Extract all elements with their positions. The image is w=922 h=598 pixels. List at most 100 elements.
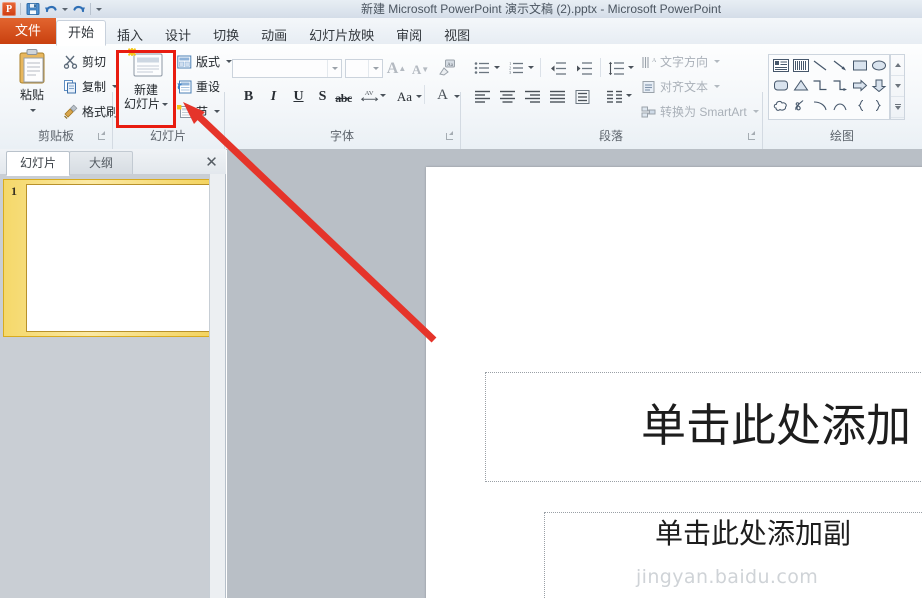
line-shape-icon[interactable] xyxy=(810,56,830,75)
tab-file[interactable]: 文件 xyxy=(0,18,57,44)
columns-button[interactable] xyxy=(604,86,625,107)
subtitle-placeholder[interactable]: 单击此处添加副 xyxy=(544,512,922,598)
font-dialog-launcher[interactable] xyxy=(446,131,455,140)
title-bar: P 新建 Microsoft PowerPoint 演示文稿 (2).pptx … xyxy=(0,0,922,19)
reset-label: 重设 xyxy=(196,80,221,94)
cut-button[interactable]: 剪切 xyxy=(62,52,106,71)
font-size-dropdown-icon[interactable] xyxy=(368,60,382,77)
shapes-scroll-down-button[interactable] xyxy=(891,76,904,97)
text-box-shape-icon[interactable] xyxy=(771,56,791,75)
font-size-combo[interactable] xyxy=(345,59,383,78)
layout-button[interactable]: 版式 xyxy=(176,52,233,71)
font-name-dropdown-icon[interactable] xyxy=(327,60,341,77)
shrink-font-button[interactable]: A ▼ xyxy=(410,59,431,80)
distribute-button[interactable] xyxy=(572,86,593,107)
change-case-dropdown-icon[interactable] xyxy=(416,95,422,98)
format-painter-button[interactable]: 格式刷 xyxy=(62,102,118,121)
layout-icon xyxy=(176,54,192,70)
clear-formatting-button[interactable]: Aa xyxy=(436,57,457,78)
pane-vertical-scrollbar[interactable] xyxy=(209,174,225,598)
curve-shape-icon[interactable] xyxy=(810,96,830,115)
ribbon-group-labels: 剪贴板 幻灯片 字体 段落 绘图 xyxy=(0,126,922,148)
numbering-button[interactable]: 1 2 3 xyxy=(506,58,527,79)
paste-button[interactable]: 粘贴 xyxy=(6,48,58,117)
text-direction-label: 文字方向 xyxy=(660,55,709,69)
title-placeholder-text: 单击此处添加 xyxy=(641,399,912,452)
columns-dropdown-icon[interactable] xyxy=(626,94,632,97)
shapes-gallery[interactable] xyxy=(768,54,890,120)
slide-thumbnail-1[interactable]: 1 xyxy=(3,179,211,337)
section-button[interactable]: 节 xyxy=(176,102,221,121)
align-center-button[interactable] xyxy=(497,86,518,107)
down-arrow-shape-icon[interactable] xyxy=(869,76,889,95)
align-left-button[interactable] xyxy=(472,86,493,107)
strikethrough-button[interactable]: abc xyxy=(333,88,354,109)
align-text-button[interactable]: 对齐文本 xyxy=(640,77,721,96)
right-arrow-shape-icon[interactable] xyxy=(850,76,870,95)
text-direction-button[interactable]: A 文字方向 xyxy=(640,52,721,71)
right-brace-shape-icon[interactable] xyxy=(869,96,889,115)
line-spacing-button[interactable] xyxy=(606,58,627,79)
tab-home[interactable]: 开始 xyxy=(56,20,107,46)
font-color-dropdown-icon[interactable] xyxy=(454,95,460,98)
oval-shape-icon[interactable] xyxy=(869,56,889,75)
shapes-row-2 xyxy=(769,75,889,95)
italic-button[interactable]: I xyxy=(263,86,284,107)
reset-button[interactable]: 重设 xyxy=(176,77,220,96)
numbering-dropdown-icon[interactable] xyxy=(528,66,534,69)
shapes-more-button[interactable] xyxy=(891,97,904,118)
rectangle-shape-icon[interactable] xyxy=(850,56,870,75)
grow-font-button[interactable]: A ▲ xyxy=(386,58,407,79)
arrow-shape-icon[interactable] xyxy=(830,56,850,75)
character-spacing-button[interactable]: AV xyxy=(360,85,386,106)
close-pane-icon[interactable]: ✕ xyxy=(203,153,220,171)
font-name-combo[interactable] xyxy=(232,59,342,78)
align-text-dropdown-icon[interactable] xyxy=(714,85,721,88)
smartart-dropdown-icon[interactable] xyxy=(752,110,759,113)
powerpoint-window: P 新建 Microsoft PowerPoint 演示文稿 (2).pptx … xyxy=(0,0,922,598)
rounded-rectangle-shape-icon[interactable] xyxy=(771,76,791,95)
vertical-text-shape-icon[interactable] xyxy=(791,56,811,75)
bold-button[interactable]: B xyxy=(238,86,259,107)
tab-outline-pane[interactable]: 大纲 xyxy=(69,151,133,176)
clipboard-dialog-launcher[interactable] xyxy=(98,131,107,140)
paste-label: 粘贴 xyxy=(19,88,44,102)
decrease-indent-button[interactable] xyxy=(548,58,569,79)
title-placeholder[interactable]: 单击此处添加 xyxy=(485,372,922,482)
section-dropdown-icon[interactable] xyxy=(214,110,221,113)
arc-shape-icon[interactable] xyxy=(830,96,850,115)
tab-slides-pane[interactable]: 幻灯片 xyxy=(6,151,70,176)
paste-dropdown-icon[interactable] xyxy=(6,103,58,117)
shapes-gallery-scrollbar[interactable] xyxy=(890,54,905,120)
convert-smartart-button[interactable]: 转换为 SmartArt xyxy=(640,102,759,121)
elbow-arrow-connector-shape-icon[interactable] xyxy=(830,76,850,95)
bullets-button[interactable] xyxy=(472,58,493,79)
paintbrush-icon xyxy=(62,104,78,120)
font-color-button[interactable]: A xyxy=(432,85,453,106)
convert-smartart-label: 转换为 SmartArt xyxy=(660,105,747,119)
group-label-paragraph: 段落 xyxy=(598,129,623,143)
bullets-dropdown-icon[interactable] xyxy=(494,66,500,69)
copy-button[interactable]: 复制 xyxy=(62,77,119,96)
justify-button[interactable] xyxy=(547,86,568,107)
pane-tabs: 幻灯片 大纲 ✕ xyxy=(0,149,226,176)
scribble-shape-icon[interactable] xyxy=(791,96,811,115)
slide-number-1: 1 xyxy=(11,184,17,198)
triangle-shape-icon[interactable] xyxy=(791,76,811,95)
left-brace-shape-icon[interactable] xyxy=(850,96,870,115)
paragraph-dialog-launcher[interactable] xyxy=(748,131,757,140)
align-right-button[interactable] xyxy=(522,86,543,107)
underline-button[interactable]: U xyxy=(288,86,309,107)
cloud-shape-icon[interactable] xyxy=(771,96,791,115)
slide-canvas[interactable]: 单击此处添加 单击此处添加副 xyxy=(426,167,922,598)
line-spacing-dropdown-icon[interactable] xyxy=(628,66,634,69)
shapes-scroll-up-button[interactable] xyxy=(891,55,904,76)
ribbon-tabs: 文件 开始 插入 设计 切换 动画 幻灯片放映 审阅 视图 xyxy=(0,18,481,46)
paragraph-separator-1 xyxy=(540,58,541,77)
elbow-connector-shape-icon[interactable] xyxy=(810,76,830,95)
change-case-button[interactable]: Aa xyxy=(394,86,415,107)
increase-indent-button[interactable] xyxy=(574,58,595,79)
character-spacing-dropdown-icon[interactable] xyxy=(380,94,386,97)
text-shadow-button[interactable]: S xyxy=(312,86,333,107)
text-direction-dropdown-icon[interactable] xyxy=(714,60,721,63)
